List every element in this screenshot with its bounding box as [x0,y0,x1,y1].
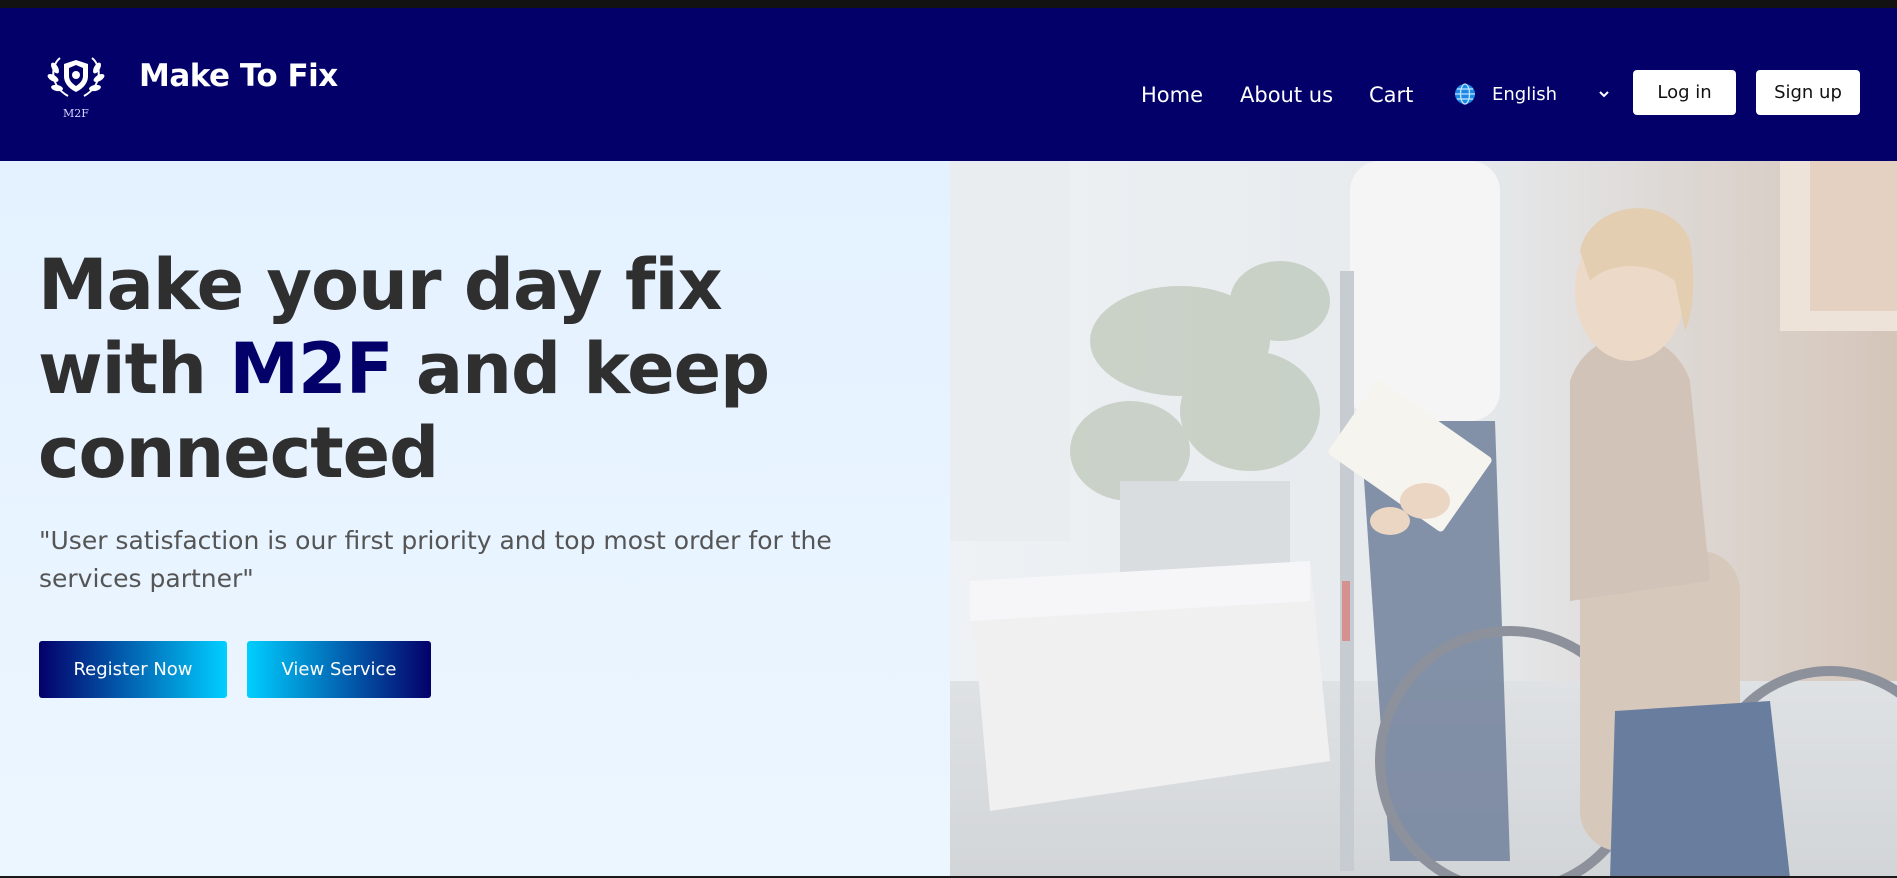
headline-accent: M2F [229,328,393,410]
login-button[interactable]: Log in [1633,70,1736,115]
globe-icon [1455,83,1475,105]
nav-cart[interactable]: Cart [1369,82,1413,108]
logo[interactable]: M2F [46,46,106,124]
language-label: English [1492,83,1557,105]
hero-headline: Make your day fix with M2F and keep conn… [38,243,818,495]
hero-image [950,161,1897,878]
logo-caption: M2F [63,107,89,120]
signup-button[interactable]: Sign up [1756,70,1860,115]
nav-about-us[interactable]: About us [1240,82,1333,108]
hero-quote: "User satisfaction is our first priority… [39,526,832,593]
language-select[interactable]: English [1453,79,1613,109]
top-strip [0,0,1897,8]
register-now-button[interactable]: Register Now [39,641,227,698]
chevron-down-icon [1599,91,1609,98]
navbar: M2F Make To Fix Home About us Cart Engli… [0,8,1897,161]
laurel-shield-icon [47,57,105,97]
view-service-button[interactable]: View Service [247,641,431,698]
nav-home[interactable]: Home [1141,82,1203,108]
caregiver-photo [950,161,1897,878]
brand-name[interactable]: Make To Fix [139,58,338,94]
hero-section: Make your day fix with M2F and keep conn… [0,161,1897,878]
